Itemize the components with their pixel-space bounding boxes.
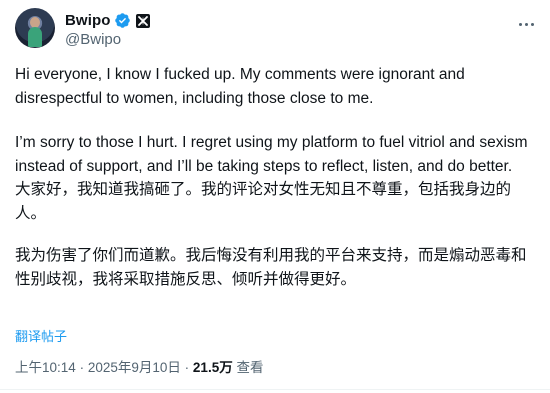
more-dot bbox=[524, 22, 528, 26]
avatar-body bbox=[28, 27, 42, 47]
author-names: Bwipo @Bwipo bbox=[65, 11, 150, 48]
affiliate-badge-icon[interactable] bbox=[135, 13, 150, 28]
tweet-en-paragraph-1: Hi everyone, I know I fucked up. My comm… bbox=[15, 66, 465, 107]
tweet-en-paragraph-2: I’m sorry to those I hurt. I regret usin… bbox=[15, 134, 528, 175]
meta-separator: · bbox=[184, 360, 190, 375]
handle[interactable]: @Bwipo bbox=[65, 31, 150, 48]
name-row: Bwipo bbox=[65, 11, 150, 30]
tweet-meta: 上午10:14 · 2025年9月10日 · 21.5万 查看 bbox=[15, 356, 263, 376]
translate-post-link[interactable]: 翻译帖子 bbox=[15, 326, 67, 345]
views-label: 查看 bbox=[236, 360, 264, 375]
more-dot bbox=[530, 22, 534, 26]
display-name[interactable]: Bwipo bbox=[65, 12, 111, 29]
more-dot bbox=[518, 22, 522, 26]
tweet-zh-paragraph-1: 大家好，我知道我搞砸了。我的评论对女性无知且不尊重，包括我身边的人。 bbox=[15, 181, 512, 222]
avatar[interactable] bbox=[15, 8, 55, 48]
tweet-header: Bwipo @Bwipo bbox=[15, 8, 540, 52]
views-count: 21.5万 bbox=[192, 360, 233, 375]
more-options-icon[interactable] bbox=[514, 14, 538, 34]
divider bbox=[0, 389, 550, 390]
tweet-time[interactable]: 上午10:14 bbox=[15, 360, 76, 375]
tweet-date[interactable]: 2025年9月10日 bbox=[88, 360, 181, 375]
tweet-zh-paragraph-2: 我为伤害了你们而道歉。我后悔没有利用我的平台来支持，而是煽动恶毒和性别歧视，我将… bbox=[15, 247, 527, 288]
meta-separator: · bbox=[79, 360, 85, 375]
tweet-text: Hi everyone, I know I fucked up. My comm… bbox=[15, 63, 540, 291]
verified-badge-icon[interactable] bbox=[114, 12, 131, 29]
